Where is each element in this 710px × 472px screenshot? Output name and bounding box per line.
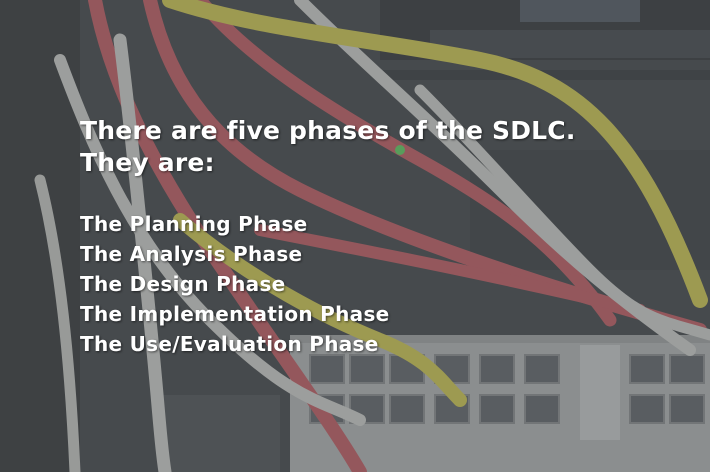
- phase-use-evaluation: The Use/Evaluation Phase: [80, 332, 379, 356]
- slide: There are five phases of the SDLC. They …: [0, 0, 710, 472]
- phase-analysis: The Analysis Phase: [80, 242, 303, 266]
- heading-line-1: There are five phases of the SDLC.: [80, 116, 576, 145]
- heading-line-2: They are:: [80, 148, 215, 177]
- slide-text: There are five phases of the SDLC. They …: [80, 115, 576, 359]
- phase-list: The Planning Phase The Analysis Phase Th…: [80, 209, 576, 359]
- phase-implementation: The Implementation Phase: [80, 302, 390, 326]
- phase-design: The Design Phase: [80, 272, 286, 296]
- phase-planning: The Planning Phase: [80, 212, 308, 236]
